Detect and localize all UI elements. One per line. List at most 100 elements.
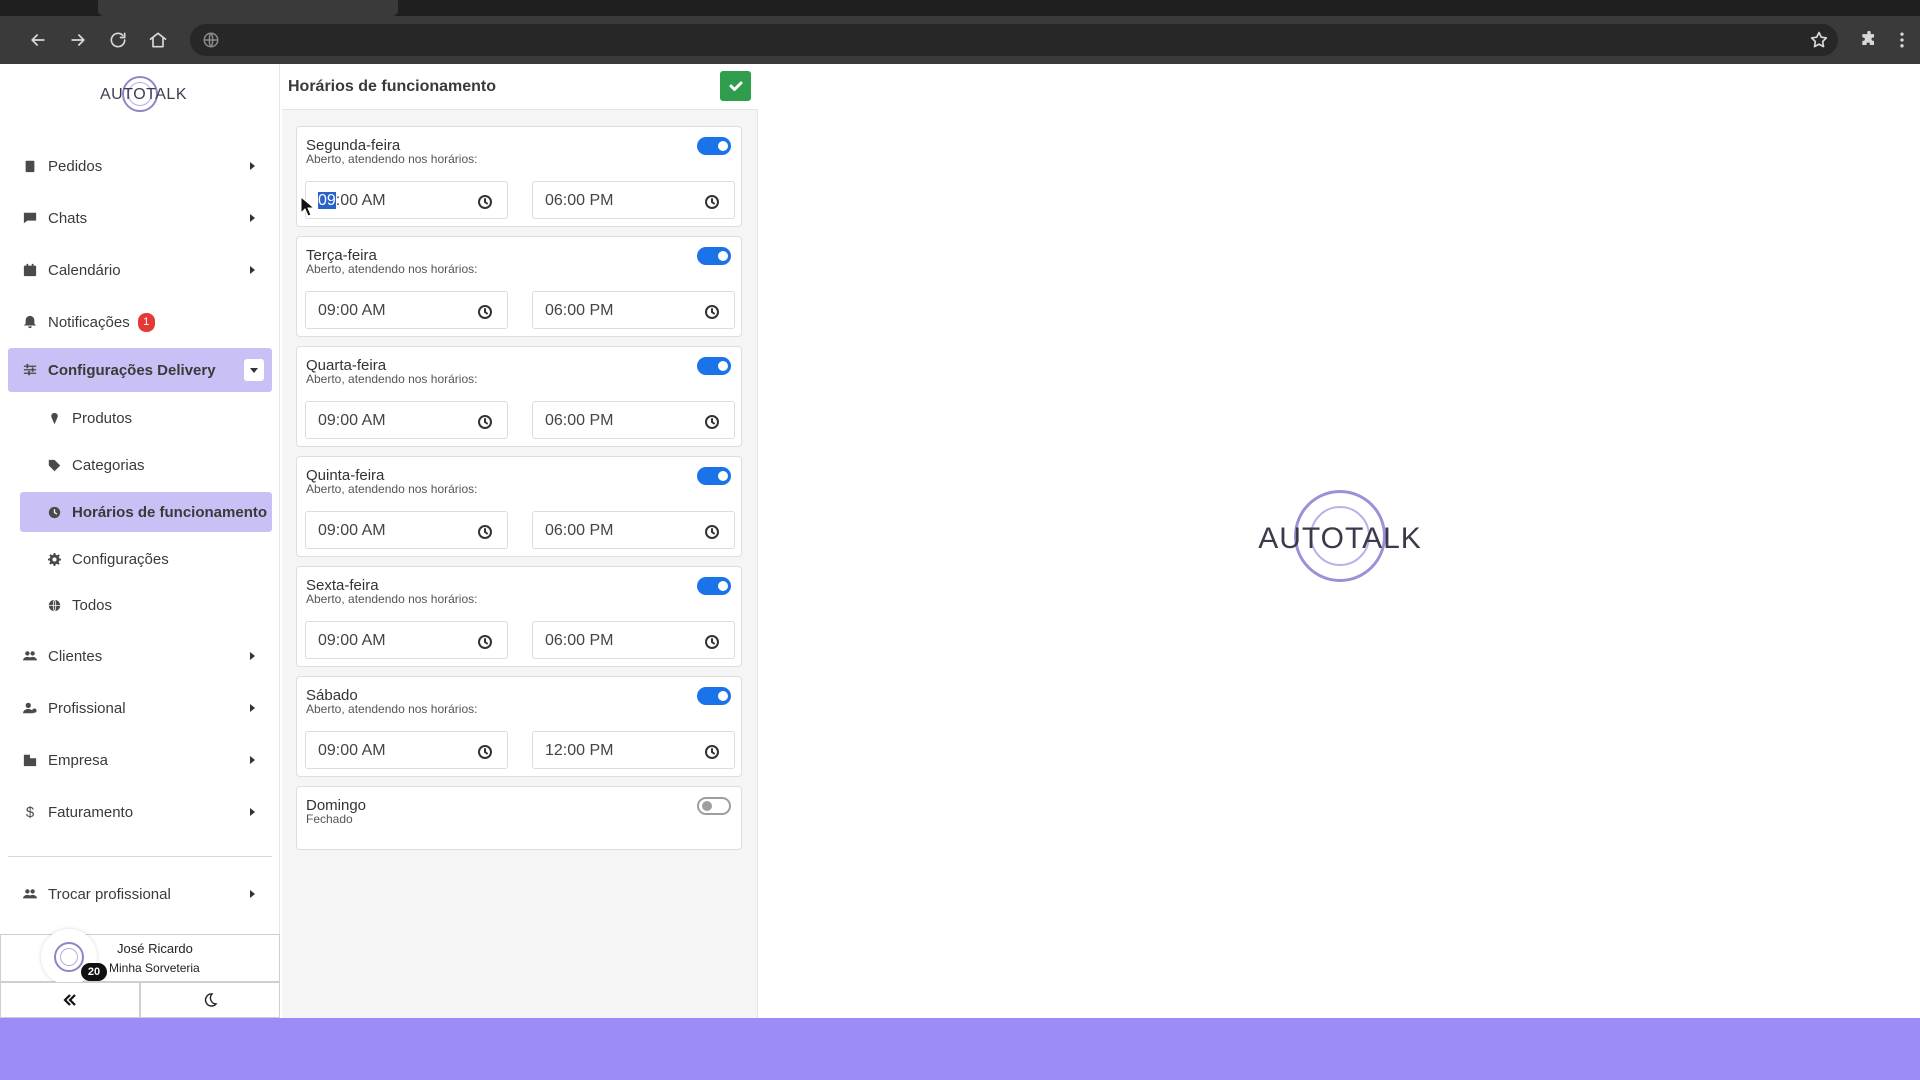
day-status: Aberto, atendendo nos horários: bbox=[306, 152, 478, 166]
day-status: Aberto, atendendo nos horários: bbox=[306, 262, 478, 276]
sidebar-subitem-configuracoes[interactable]: Configurações bbox=[20, 539, 272, 579]
sidebar-subitem-horarios[interactable]: Horários de funcionamento bbox=[20, 492, 272, 532]
sidebar-subitem-categorias[interactable]: Categorias bbox=[20, 445, 272, 485]
star-icon[interactable] bbox=[1805, 26, 1833, 54]
calendar-icon bbox=[20, 263, 40, 277]
day-toggle[interactable] bbox=[697, 577, 731, 595]
users-icon bbox=[20, 649, 40, 663]
clock-icon[interactable] bbox=[477, 634, 493, 650]
user-name: José Ricardo bbox=[117, 941, 193, 956]
day-card-quarta: Quarta-feira Aberto, atendendo nos horár… bbox=[296, 346, 742, 447]
caret-right-icon[interactable] bbox=[244, 648, 260, 664]
sidebar-item-label: Clientes bbox=[48, 647, 103, 665]
end-time-input[interactable]: 06:00 PM bbox=[532, 181, 735, 219]
clock-icon[interactable] bbox=[704, 414, 720, 430]
end-time-input[interactable]: 06:00 PM bbox=[532, 511, 735, 549]
sidebar-item-clientes[interactable]: Clientes bbox=[8, 634, 272, 678]
puzzle-icon[interactable] bbox=[1855, 26, 1883, 54]
start-time-input[interactable]: 09:00 AM bbox=[305, 291, 508, 329]
day-status: Aberto, atendendo nos horários: bbox=[306, 702, 478, 716]
sidebar-subitem-todos[interactable]: Todos bbox=[20, 585, 272, 625]
double-chevron-left-icon bbox=[63, 994, 76, 1006]
avatar-inner-ring bbox=[60, 948, 78, 966]
caret-right-icon[interactable] bbox=[244, 886, 260, 902]
kebab-menu-icon[interactable] bbox=[1888, 26, 1916, 54]
clock-icon[interactable] bbox=[477, 414, 493, 430]
caret-down-icon[interactable] bbox=[244, 359, 264, 381]
page-title: Horários de funcionamento bbox=[288, 78, 497, 95]
day-toggle[interactable] bbox=[697, 687, 731, 705]
clock-icon[interactable] bbox=[477, 744, 493, 760]
back-icon[interactable] bbox=[24, 26, 52, 54]
sidebar-item-empresa[interactable]: Empresa bbox=[8, 738, 272, 782]
day-toggle[interactable] bbox=[697, 357, 731, 375]
day-toggle[interactable] bbox=[697, 467, 731, 485]
sidebar-item-pedidos[interactable]: Pedidos bbox=[8, 144, 272, 188]
notification-badge: 1 bbox=[137, 312, 155, 332]
day-card-sabado: Sábado Aberto, atendendo nos horários: 0… bbox=[296, 676, 742, 777]
user-card[interactable]: 20 José Ricardo Minha Sorveteria bbox=[0, 929, 280, 985]
start-time-input[interactable]: 09:00 AM bbox=[305, 511, 508, 549]
end-time-input[interactable]: 06:00 PM bbox=[532, 291, 735, 329]
caret-right-icon[interactable] bbox=[244, 158, 260, 174]
start-time-value: 09:00 AM bbox=[318, 412, 386, 429]
clock-icon[interactable] bbox=[704, 524, 720, 540]
start-time-value: 09:00 AM bbox=[318, 632, 386, 649]
sidebar-item-trocar-profissional[interactable]: Trocar profissional bbox=[8, 872, 272, 916]
forward-icon[interactable] bbox=[64, 26, 92, 54]
sidebar-subitem-produtos[interactable]: Produtos bbox=[20, 398, 272, 438]
sidebar-item-label: Notificações bbox=[48, 313, 130, 331]
users-swap-icon bbox=[20, 887, 40, 901]
day-toggle[interactable] bbox=[697, 137, 731, 155]
day-status: Aberto, atendendo nos horários: bbox=[306, 592, 478, 606]
address-bar[interactable] bbox=[190, 24, 1838, 56]
schedule-panel: Horários de funcionamento Segunda-feira … bbox=[282, 64, 758, 1018]
sidebar-item-notificacoes[interactable]: Notificações 1 bbox=[8, 300, 272, 344]
sidebar-item-profissional[interactable]: Profissional bbox=[8, 686, 272, 730]
end-time-input[interactable]: 06:00 PM bbox=[532, 401, 735, 439]
caret-right-icon[interactable] bbox=[244, 262, 260, 278]
start-time-input[interactable]: 09:00 AM bbox=[305, 401, 508, 439]
clock-icon[interactable] bbox=[477, 194, 493, 210]
sidebar-item-configuracoes-delivery[interactable]: Configurações Delivery bbox=[8, 348, 272, 392]
sidebar-item-calendario[interactable]: Calendário bbox=[8, 248, 272, 292]
home-icon[interactable] bbox=[144, 26, 172, 54]
sidebar-item-label: Pedidos bbox=[48, 157, 103, 175]
clock-icon[interactable] bbox=[477, 524, 493, 540]
caret-right-icon[interactable] bbox=[244, 752, 260, 768]
browser-tab[interactable] bbox=[98, 0, 398, 16]
time-rest: :00 AM bbox=[335, 192, 386, 209]
clock-icon[interactable] bbox=[704, 744, 720, 760]
end-time-input[interactable]: 06:00 PM bbox=[532, 621, 735, 659]
sidebar-item-label: Calendário bbox=[48, 261, 121, 279]
clock-icon[interactable] bbox=[704, 194, 720, 210]
check-icon bbox=[729, 81, 742, 91]
sidebar-item-chats[interactable]: Chats bbox=[8, 196, 272, 240]
user-gear-icon bbox=[20, 701, 40, 715]
sidebar-item-faturamento[interactable]: $ Faturamento bbox=[8, 790, 272, 834]
clock-icon[interactable] bbox=[704, 634, 720, 650]
reload-icon[interactable] bbox=[104, 26, 132, 54]
main-logo: AUTOTALK bbox=[1250, 490, 1430, 590]
sidebar-subitem-label: Produtos bbox=[72, 409, 133, 427]
browser-tabstrip bbox=[0, 0, 1920, 16]
start-time-input[interactable]: 09:00 AM bbox=[305, 731, 508, 769]
toggle-knob bbox=[718, 141, 728, 151]
user-store: Minha Sorveteria bbox=[109, 961, 200, 975]
end-time-value: 06:00 PM bbox=[545, 522, 614, 539]
clock-icon[interactable] bbox=[704, 304, 720, 320]
clock-icon[interactable] bbox=[477, 304, 493, 320]
theme-toggle-button[interactable] bbox=[140, 982, 280, 1018]
caret-right-icon[interactable] bbox=[244, 700, 260, 716]
day-toggle[interactable] bbox=[697, 247, 731, 265]
day-toggle[interactable] bbox=[697, 797, 731, 815]
end-time-input[interactable]: 12:00 PM bbox=[532, 731, 735, 769]
start-time-input[interactable]: 09:00 AM bbox=[305, 181, 508, 219]
start-time-input[interactable]: 09:00 AM bbox=[305, 621, 508, 659]
day-card-domingo: Domingo Fechado bbox=[296, 786, 742, 850]
save-button[interactable] bbox=[720, 71, 751, 101]
caret-right-icon[interactable] bbox=[244, 210, 260, 226]
collapse-sidebar-button[interactable] bbox=[0, 982, 140, 1018]
autotalk-logo[interactable]: AUTOTALK bbox=[100, 74, 186, 124]
caret-right-icon[interactable] bbox=[244, 804, 260, 820]
